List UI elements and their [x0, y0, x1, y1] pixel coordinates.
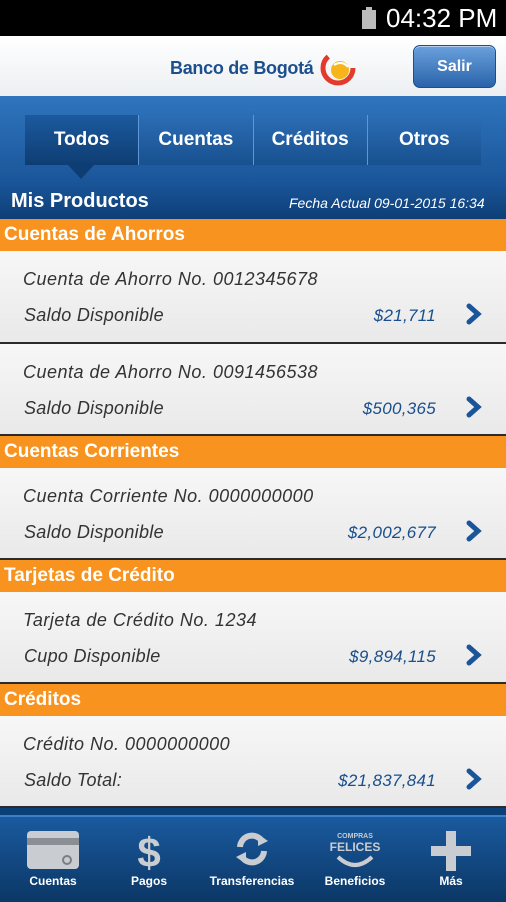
section-header-corrientes: Cuentas Corrientes — [0, 436, 506, 468]
chevron-right-icon[interactable] — [465, 520, 483, 542]
account-name: Cuenta de Ahorro No. 0012345678 — [23, 269, 319, 289]
list-item[interactable]: Tarjeta de Crédito No. 1234 Cupo Disponi… — [0, 592, 506, 684]
list-item[interactable]: Cuenta Corriente No. 0000000000 Saldo Di… — [0, 468, 506, 560]
product-tabs: Todos Cuentas Créditos Otros — [25, 115, 481, 165]
nav-label: Transferencias — [209, 874, 295, 888]
section-header-tarjetas: Tarjetas de Crédito — [0, 560, 506, 592]
balance-amount: $21,711 — [373, 306, 436, 325]
nav-transferencias[interactable]: Transferencias — [202, 817, 302, 902]
card-name: Tarjeta de Crédito No. 1234 — [23, 610, 257, 630]
current-date: Fecha Actual 09-01-2015 16:34 — [289, 195, 485, 211]
chevron-right-icon[interactable] — [465, 644, 483, 666]
chevron-right-icon[interactable] — [465, 396, 483, 418]
list-item[interactable]: Cuenta de Ahorro No. 0091456538 Saldo Di… — [0, 344, 506, 436]
page-title: Mis Productos — [11, 190, 149, 212]
tab-creditos[interactable]: Créditos — [253, 115, 368, 165]
tab-otros[interactable]: Otros — [367, 115, 481, 165]
bottom-nav: Cuentas $ Pagos Transferencias COMPRAS F… — [0, 815, 506, 902]
tab-cuentas[interactable]: Cuentas — [139, 115, 254, 165]
credit-name: Crédito No. 0000000000 — [23, 734, 231, 754]
svg-text:COMPRAS: COMPRAS — [337, 833, 373, 840]
nav-cuentas[interactable]: Cuentas — [3, 817, 103, 902]
balance-amount: $2,002,677 — [347, 523, 436, 542]
logo-mark-icon — [320, 50, 356, 86]
balance-amount: $500,365 — [362, 399, 436, 418]
logo-text: Banco de Bogotá — [170, 57, 314, 78]
list-item[interactable]: Crédito No. 0000000000 Saldo Total: $21,… — [0, 716, 506, 808]
section-header-ahorros: Cuentas de Ahorros — [0, 219, 506, 251]
balance-label: Saldo Disponible — [24, 305, 164, 325]
balance-amount: $21,837,841 — [338, 771, 436, 790]
plus-icon — [431, 831, 471, 871]
balance-label: Saldo Disponible — [24, 398, 164, 418]
account-name: Cuenta de Ahorro No. 0091456538 — [23, 362, 319, 382]
nav-pagos[interactable]: $ Pagos — [99, 817, 199, 902]
dollar-icon: $ — [137, 829, 160, 873]
logout-button[interactable]: Salir — [413, 45, 496, 88]
balance-label: Saldo Disponible — [24, 522, 164, 542]
status-bar: 04:32 PM — [0, 0, 506, 36]
svg-text:FELICES: FELICES — [330, 840, 380, 854]
chevron-right-icon[interactable] — [465, 768, 483, 790]
nav-beneficios[interactable]: COMPRAS FELICES Beneficios — [305, 817, 405, 902]
app-header: Banco de Bogotá Salir — [0, 36, 506, 99]
balance-label: Saldo Total: — [24, 770, 123, 790]
status-time: 04:32 PM — [386, 3, 498, 33]
nav-label: Pagos — [130, 874, 167, 888]
nav-label: Beneficios — [324, 874, 386, 888]
tab-todos[interactable]: Todos — [25, 115, 140, 165]
card-icon — [27, 831, 79, 869]
nav-mas[interactable]: Más — [401, 817, 501, 902]
active-tab-pointer — [68, 165, 94, 179]
nav-label: Más — [439, 874, 463, 888]
battery-icon — [362, 7, 376, 29]
svg-text:$: $ — [137, 829, 160, 873]
transfer-arrows-icon — [236, 832, 268, 866]
chevron-right-icon[interactable] — [465, 303, 483, 325]
nav-label: Cuentas — [29, 874, 77, 888]
section-header-creditos: Créditos — [0, 684, 506, 716]
compras-felices-icon: COMPRAS FELICES — [330, 833, 380, 867]
balance-amount: $9,894,115 — [349, 647, 436, 666]
bank-logo: Banco de Bogotá — [170, 50, 356, 86]
list-item[interactable]: Cuenta de Ahorro No. 0012345678 Saldo Di… — [0, 251, 506, 344]
balance-label: Cupo Disponible — [24, 646, 161, 666]
account-name: Cuenta Corriente No. 0000000000 — [23, 486, 314, 506]
